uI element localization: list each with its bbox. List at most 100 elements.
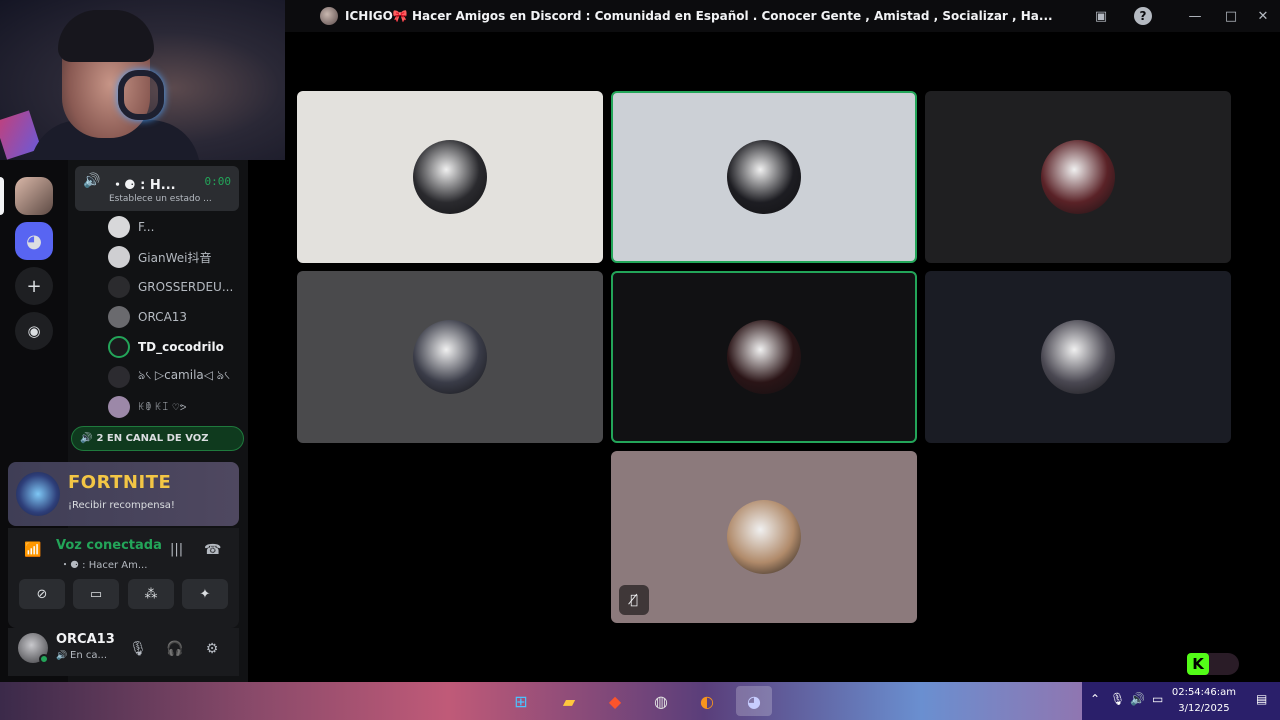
- participant-avatar: [1041, 140, 1115, 214]
- participant-avatar: [413, 320, 487, 394]
- member-item[interactable]: ORCA13: [108, 305, 187, 329]
- settings-gear-icon[interactable]: ⚙: [201, 638, 223, 660]
- voice-connection-panel: 📶 Voz conectada ・⚈ : Hacer Am... ||| ☎ ⊘…: [8, 528, 239, 628]
- participant-tile[interactable]: [297, 91, 603, 263]
- screen-share-button[interactable]: ▭: [73, 579, 119, 609]
- taskbar: ⊞ ▰ ◆ ◍ ◐ ◕ ⌃ 🎙 🔊 ▭ 02:54:46:am 3/12/202…: [0, 682, 1280, 720]
- server-icon: [320, 7, 338, 25]
- help-icon[interactable]: ?: [1134, 7, 1152, 25]
- member-name: F...: [138, 220, 155, 234]
- participant-avatar: [727, 500, 801, 574]
- maximize-button[interactable]: □: [1221, 6, 1241, 26]
- webcam-overlay: [0, 0, 285, 160]
- add-server-icon[interactable]: +: [15, 267, 53, 305]
- member-name: GROSSERDEU...: [138, 280, 234, 294]
- member-item[interactable]: TD_cocodrilo: [108, 335, 224, 359]
- webcam-hair: [58, 10, 154, 62]
- activities-button[interactable]: ⁂: [128, 579, 174, 609]
- member-name: ঌ৻ ▷camila◁ ঌ৻: [138, 368, 230, 382]
- server-icon-current[interactable]: [15, 177, 53, 215]
- participant-tile[interactable]: [925, 91, 1231, 263]
- channel-name: ・⚈ : H...: [111, 178, 176, 193]
- microphone-icon[interactable]: 🎙: [127, 638, 149, 660]
- close-button[interactable]: ✕: [1253, 6, 1273, 26]
- member-item[interactable]: F...: [108, 215, 154, 239]
- avatar: [108, 396, 130, 418]
- username: ORCA13: [56, 632, 115, 647]
- voice-channel-pill[interactable]: 🔊 2 EN CANAL DE VOZ: [71, 426, 244, 451]
- soundboard-button[interactable]: ✦: [182, 579, 228, 609]
- brave-browser-icon[interactable]: ◆: [597, 686, 633, 716]
- user-panel: ORCA13 🔊 En ca... 🎙 🎧 ⚙: [8, 628, 239, 676]
- camera-toggle-button[interactable]: ⊘: [19, 579, 65, 609]
- noise-suppression-icon[interactable]: |||: [170, 542, 183, 557]
- avatar: [108, 336, 130, 358]
- clock-date: 3/12/2025: [1178, 703, 1230, 714]
- screen: ICHIGO🎀 Hacer Amigos en Discord : Comuni…: [0, 0, 1280, 720]
- participant-avatar: [727, 140, 801, 214]
- voice-channel-link[interactable]: ・⚈ : Hacer Am...: [60, 556, 147, 571]
- voice-channel[interactable]: 🔊 ・⚈ : H... 0:00 Establece un estado ...: [75, 166, 239, 211]
- system-tray: ⌃ 🎙 🔊 ▭ 02:54:46:am 3/12/2025 ▤: [1082, 682, 1280, 720]
- avatar: [108, 216, 130, 238]
- user-status: En ca...: [70, 650, 107, 661]
- speaker-icon: 🔊: [83, 173, 101, 189]
- participant-avatar: [1041, 320, 1115, 394]
- participant-tile[interactable]: [925, 271, 1231, 443]
- speaker-icon: 🔊: [56, 651, 68, 661]
- title-bar: ICHIGO🎀 Hacer Amigos en Discord : Comuni…: [285, 0, 1280, 32]
- muted-mic-icon: 🎙̸: [619, 585, 649, 615]
- avatar: [108, 246, 130, 268]
- call-timer: 0:00: [204, 175, 232, 188]
- member-name: ꀘꂦ ꀘꀤ ♡ᕗ: [138, 403, 187, 413]
- fl-studio-icon[interactable]: ◐: [689, 686, 725, 716]
- member-item[interactable]: ঌ৻ ▷camila◁ ঌ৻: [108, 365, 230, 389]
- promo-brand: FORTNITE: [68, 472, 172, 493]
- chevron-up-icon[interactable]: ⌃: [1090, 692, 1100, 706]
- obs-icon[interactable]: ◍: [643, 686, 679, 716]
- member-item[interactable]: GROSSERDEU...: [108, 275, 233, 299]
- network-icon[interactable]: ▭: [1152, 692, 1163, 706]
- webcam-headset: [118, 70, 164, 120]
- discord-taskbar-icon[interactable]: ◕: [736, 686, 772, 716]
- promo-image: [16, 472, 60, 516]
- voice-channel-count: 2 EN CANAL DE VOZ: [96, 433, 209, 444]
- kick-overlay-logo: K: [1187, 653, 1239, 675]
- kick-logo-icon: K: [1187, 653, 1209, 675]
- speaker-icon: 🔊: [80, 433, 93, 444]
- member-name: GianWei抖音: [138, 250, 212, 265]
- member-item[interactable]: GianWei抖音: [108, 245, 211, 269]
- voice-status: Voz conectada: [56, 538, 162, 553]
- avatar: [108, 276, 130, 298]
- window-title: ICHIGO🎀 Hacer Amigos en Discord : Comuni…: [345, 9, 1053, 23]
- participant-tile[interactable]: [297, 271, 603, 443]
- promo-card[interactable]: FORTNITE ¡Recibir recompensa!: [8, 462, 239, 526]
- participant-tile[interactable]: 🎙̸: [611, 451, 917, 623]
- minimize-button[interactable]: —: [1185, 6, 1205, 26]
- notifications-icon[interactable]: ▤: [1256, 692, 1267, 706]
- promo-reward-link[interactable]: ¡Recibir recompensa!: [68, 500, 175, 511]
- headphones-icon[interactable]: 🎧: [164, 638, 186, 660]
- volume-icon[interactable]: 🔊: [1130, 692, 1145, 706]
- avatar: [108, 306, 130, 328]
- member-item[interactable]: ꀘꂦ ꀘꀤ ♡ᕗ: [108, 395, 186, 419]
- disconnect-icon[interactable]: ☎: [204, 542, 221, 558]
- discover-icon[interactable]: ◉: [15, 312, 53, 350]
- participant-avatar: [727, 320, 801, 394]
- online-status-dot: [39, 654, 49, 664]
- participant-tile[interactable]: [611, 271, 917, 443]
- file-explorer-icon[interactable]: ▰: [551, 686, 587, 716]
- selected-server-indicator: [0, 177, 4, 215]
- direct-messages-icon[interactable]: ◕: [15, 222, 53, 260]
- member-name: ORCA13: [138, 310, 188, 324]
- participant-tile[interactable]: [611, 91, 917, 263]
- windows-start-icon[interactable]: ⊞: [503, 686, 539, 716]
- clock-time: 02:54:46:am: [1171, 687, 1236, 698]
- member-name: TD_cocodrilo: [138, 340, 224, 354]
- inbox-icon[interactable]: ▣: [1091, 6, 1111, 26]
- system-clock[interactable]: 02:54:46:am 3/12/2025: [1172, 685, 1236, 717]
- microphone-icon[interactable]: 🎙: [1110, 692, 1125, 706]
- status-prompt[interactable]: Establece un estado ...: [109, 194, 212, 204]
- connection-signal-icon: 📶: [24, 542, 42, 558]
- participant-avatar: [413, 140, 487, 214]
